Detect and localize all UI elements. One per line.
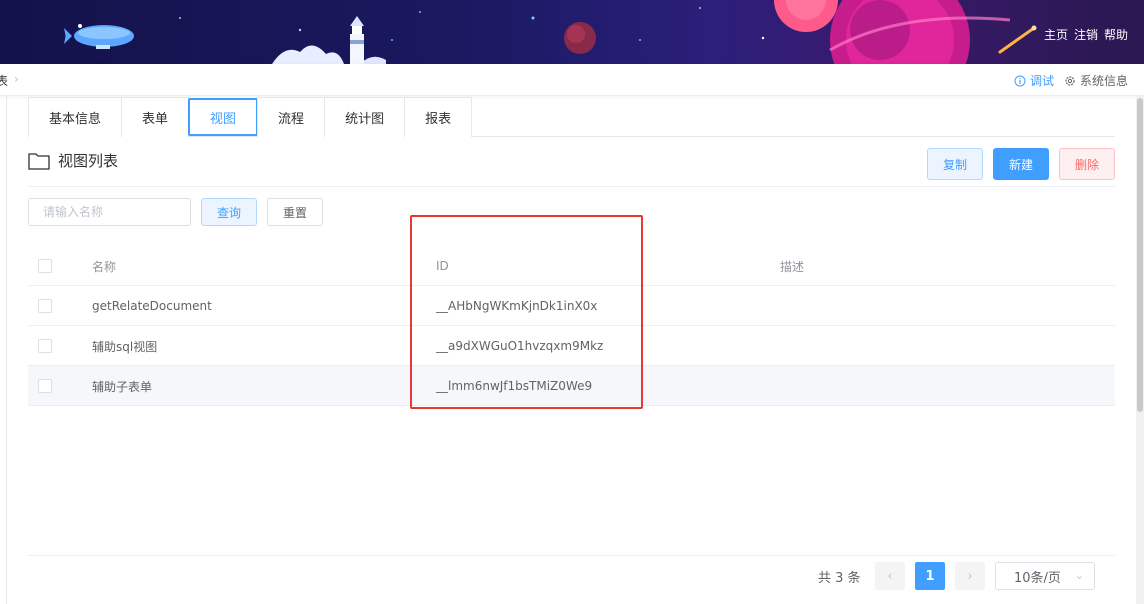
page-number-current[interactable]: 1: [915, 562, 945, 590]
debug-label: 调试: [1029, 74, 1054, 88]
copy-button[interactable]: 复制: [927, 148, 983, 180]
tab-view[interactable]: 视图: [188, 98, 259, 136]
row-checkbox[interactable]: [38, 339, 52, 353]
tab-form[interactable]: 表单: [121, 97, 190, 137]
home-link[interactable]: 主页: [1044, 26, 1068, 43]
logout-link[interactable]: 注销: [1074, 26, 1098, 43]
folder-icon: [28, 152, 50, 170]
page-size-select[interactable]: 10条/页 ⌄: [995, 562, 1095, 590]
name-search-input[interactable]: [28, 198, 191, 226]
row-checkbox[interactable]: [38, 299, 52, 313]
system-info-link[interactable]: 系统信息: [1064, 72, 1128, 89]
prev-page-button[interactable]: ‹: [875, 562, 905, 590]
row-checkbox[interactable]: [38, 379, 52, 393]
tab-workflow[interactable]: 流程: [257, 97, 326, 137]
section-header: 视图列表: [28, 150, 118, 171]
next-page-button[interactable]: ›: [955, 562, 985, 590]
new-button[interactable]: 新建: [993, 148, 1049, 180]
debug-link[interactable]: 调试: [1014, 72, 1054, 89]
info-icon: [1014, 75, 1026, 86]
tab-report[interactable]: 报表: [404, 97, 473, 137]
select-all-checkbox[interactable]: [38, 259, 52, 273]
breadcrumb-separator: ›: [14, 72, 19, 86]
system-info-label: 系统信息: [1079, 74, 1128, 88]
highlight-annotation-box: [410, 215, 643, 409]
reset-button[interactable]: 重置: [267, 198, 323, 226]
help-link[interactable]: 帮助: [1104, 26, 1128, 43]
breadcrumb: 表 › 调试 系统信息: [0, 64, 1144, 96]
page-size-value: 10条/页: [1014, 570, 1061, 586]
pagination-total: 共 3 条: [818, 571, 861, 586]
sidebar-edge: [6, 96, 7, 604]
section-title: 视图列表: [58, 152, 119, 170]
query-button[interactable]: 查询: [201, 198, 257, 226]
column-header-name: 名称: [92, 259, 117, 274]
vertical-scrollbar[interactable]: [1136, 96, 1144, 604]
breadcrumb-current[interactable]: 表: [0, 72, 8, 89]
lighthouse-icon: [350, 16, 364, 64]
tab-basic-info[interactable]: 基本信息: [28, 97, 123, 137]
section-divider: [28, 186, 1115, 187]
row-name: 辅助子表单: [92, 379, 153, 394]
chevron-down-icon: ⌄: [1074, 569, 1084, 582]
footer-divider: [28, 555, 1115, 556]
header-banner: 主页 注销 帮助: [0, 0, 1144, 64]
top-links: 主页 注销 帮助: [1044, 26, 1128, 43]
banner-illustration: [64, 0, 1037, 64]
column-header-desc: 描述: [780, 259, 805, 274]
tab-bar: 基本信息 表单 视图 流程 统计图 报表: [28, 97, 1115, 137]
airship-icon: [64, 24, 134, 49]
gear-icon: [1065, 75, 1075, 86]
delete-button[interactable]: 删除: [1059, 148, 1115, 180]
scrollbar-thumb[interactable]: [1137, 98, 1143, 412]
row-name: getRelateDocument: [92, 299, 212, 313]
breadcrumb-actions: 调试 系统信息: [1014, 72, 1128, 89]
row-name: 辅助sql视图: [92, 339, 158, 354]
tab-chart[interactable]: 统计图: [324, 97, 406, 137]
